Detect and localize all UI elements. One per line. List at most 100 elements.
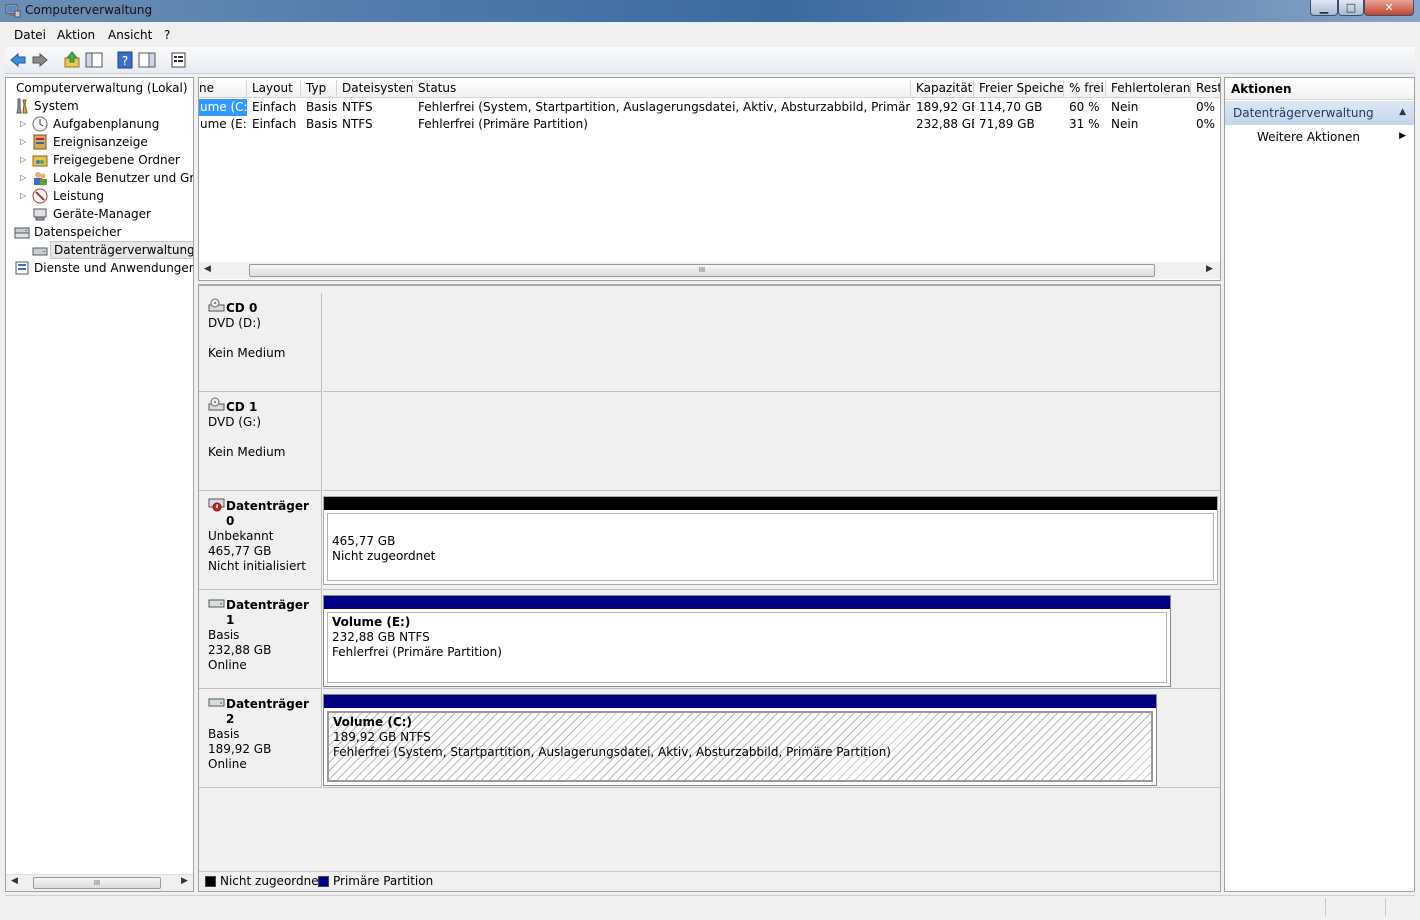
tree-item-performance[interactable]: ▷ Leistung	[18, 187, 193, 205]
disk-label[interactable]: Datenträger 0 Unbekannt 465,77 GB Nicht …	[199, 491, 322, 590]
disk-type: DVD (D:)	[208, 316, 261, 330]
up-button[interactable]	[62, 50, 83, 70]
disk-label[interactable]: CD 1 DVD (G:) Kein Medium	[199, 392, 322, 491]
show-hide-tree-button[interactable]	[84, 50, 105, 70]
cell-overhead: 0%	[1196, 117, 1216, 131]
menu-ansicht[interactable]: Ansicht	[108, 28, 152, 42]
horizontal-scrollbar[interactable]: ◀ III ▶	[6, 874, 193, 891]
column-header-layout[interactable]: Layout	[247, 80, 301, 98]
disk-management-icon	[32, 247, 48, 256]
expand-arrow-icon[interactable]: ▷	[20, 169, 26, 187]
tree-item-disk-management[interactable]: Datenträgerverwaltung	[18, 241, 193, 259]
minimize-button[interactable]: ▁	[1310, 0, 1338, 16]
expand-arrow-icon[interactable]: ▷	[20, 187, 26, 205]
close-icon: ✕	[1384, 1, 1394, 14]
disk-size	[208, 430, 321, 445]
svg-text:?: ?	[122, 54, 128, 68]
disk-label[interactable]: CD 0 DVD (D:) Kein Medium	[199, 293, 322, 392]
maximize-button[interactable]: □	[1338, 0, 1364, 16]
tree-item-computer-management[interactable]: Computerverwaltung (Lokal)	[10, 79, 193, 97]
cell-free-space: 71,89 GB	[979, 117, 1035, 131]
table-row[interactable]: ume (C:) Einfach Basis NTFS Fehlerfrei (…	[199, 99, 1220, 116]
menu-help[interactable]: ?	[164, 28, 170, 42]
back-button[interactable]	[8, 50, 29, 70]
cell-fault-tolerance: Nein	[1111, 117, 1139, 131]
menu-datei[interactable]: Datei	[14, 28, 46, 42]
status-divider	[1325, 898, 1326, 916]
tree-item-label: Leistung	[53, 189, 104, 203]
actions-group-disk-management[interactable]: Datenträgerverwaltung ▲	[1225, 101, 1414, 125]
tree-item-storage[interactable]: Datenspeicher	[12, 223, 193, 241]
disk-name: CD 0	[226, 301, 258, 315]
column-header-filesystem[interactable]: Dateisystem	[337, 80, 413, 98]
tree-item-event-viewer[interactable]: ▷ Ereignisanzeige	[18, 133, 193, 151]
partition-volume-e[interactable]: Volume (E:) 232,88 GB NTFS Fehlerfrei (P…	[323, 595, 1171, 687]
expand-arrow-icon[interactable]: ▷	[20, 133, 26, 151]
disk-label[interactable]: Datenträger 1 Basis 232,88 GB Online	[199, 590, 322, 689]
expand-arrow-icon[interactable]: ▷	[20, 115, 26, 133]
disk-name: Datenträger 1	[226, 598, 309, 627]
disk-size: 232,88 GB	[208, 643, 272, 657]
status-divider	[1385, 898, 1386, 916]
column-header-name[interactable]: ne	[199, 80, 247, 98]
disk-row-cd1: CD 1 DVD (G:) Kein Medium	[199, 392, 1220, 491]
disk-status: Kein Medium	[208, 445, 286, 459]
table-row[interactable]: ume (E:) Einfach Basis NTFS Fehlerfrei (…	[199, 116, 1220, 133]
menu-aktion[interactable]: Aktion	[57, 28, 95, 42]
column-header-type[interactable]: Typ	[301, 80, 337, 98]
tree-item-device-manager[interactable]: Geräte-Manager	[18, 205, 193, 223]
disk-type: Basis	[208, 727, 240, 741]
action-more-actions[interactable]: Weitere Aktionen	[1257, 130, 1360, 144]
scroll-thumb[interactable]: III	[33, 877, 161, 889]
scroll-right-icon[interactable]: ▶	[1206, 264, 1213, 274]
title-bar: Computerverwaltung ▁ □ ✕	[0, 0, 1420, 22]
tree-item-shared-folders[interactable]: ▷ Freigegebene Ordner	[18, 151, 193, 169]
partition-color-bar	[324, 695, 1156, 708]
scroll-right-icon[interactable]: ▶	[181, 876, 188, 886]
window-title: Computerverwaltung	[25, 3, 153, 17]
tree-item-system[interactable]: System	[12, 97, 193, 115]
properties-button[interactable]	[169, 50, 190, 70]
partition-legend: Nicht zugeordnet Primäre Partition	[199, 871, 1220, 891]
collapse-icon[interactable]: ▲	[1399, 107, 1406, 117]
column-header-capacity[interactable]: Kapazität	[911, 80, 974, 98]
local-users-icon	[34, 172, 47, 185]
disk-row-disk2: Datenträger 2 Basis 189,92 GB Online Vol…	[199, 689, 1220, 788]
minimize-icon: ▁	[1319, 1, 1329, 14]
column-header-percent-free[interactable]: % frei	[1064, 80, 1106, 98]
show-hide-action-pane-button[interactable]	[137, 50, 158, 70]
tree-item-services[interactable]: Dienste und Anwendungen	[12, 259, 193, 277]
expand-arrow-icon[interactable]: ▷	[20, 151, 26, 169]
up-icon	[64, 51, 80, 68]
tree-item-task-scheduler[interactable]: ▷ Aufgabenplanung	[18, 115, 193, 133]
actions-pane: Aktionen Datenträgerverwaltung ▲ Weitere…	[1224, 77, 1415, 892]
forward-button[interactable]	[30, 50, 51, 70]
scroll-left-icon[interactable]: ◀	[11, 876, 18, 886]
disk-status: Nicht initialisiert	[208, 559, 306, 573]
column-header-free-space[interactable]: Freier Speicher	[974, 80, 1064, 98]
back-icon	[10, 52, 26, 68]
tree-item-label: Computerverwaltung (Lokal)	[16, 81, 188, 95]
column-header-overhead[interactable]: Rest	[1191, 80, 1220, 98]
submenu-arrow-icon[interactable]: ▶	[1399, 131, 1406, 141]
help-icon: ?	[117, 51, 133, 69]
tree-item-local-users[interactable]: ▷ Lokale Benutzer und Gruppen	[18, 169, 193, 187]
close-button[interactable]: ✕	[1364, 0, 1414, 16]
scroll-left-icon[interactable]: ◀	[204, 264, 211, 274]
cell-fault-tolerance: Nein	[1111, 100, 1139, 114]
column-header-status[interactable]: Status	[413, 80, 911, 98]
column-header-fault-tolerance[interactable]: Fehlertoleranz	[1106, 80, 1191, 98]
cell-capacity: 189,92 GB	[916, 100, 974, 114]
cd-drive-icon	[208, 298, 225, 312]
disk-label[interactable]: Datenträger 2 Basis 189,92 GB Online	[199, 689, 322, 788]
disk-type: Basis	[208, 628, 240, 642]
scroll-thumb[interactable]: III	[249, 264, 1155, 277]
shared-folders-icon	[32, 155, 48, 167]
disk-error-icon	[208, 498, 225, 512]
horizontal-scrollbar[interactable]: ◀ III ▶	[199, 262, 1220, 279]
help-button[interactable]: ?	[115, 50, 136, 70]
show-hide-action-pane-icon	[138, 52, 156, 68]
partition-volume-c[interactable]: Volume (C:) 189,92 GB NTFS Fehlerfrei (S…	[323, 694, 1157, 786]
disk-area: 465,77 GB Nicht zugeordnet	[323, 491, 1220, 590]
partition-unallocated[interactable]: 465,77 GB Nicht zugeordnet	[323, 496, 1218, 585]
